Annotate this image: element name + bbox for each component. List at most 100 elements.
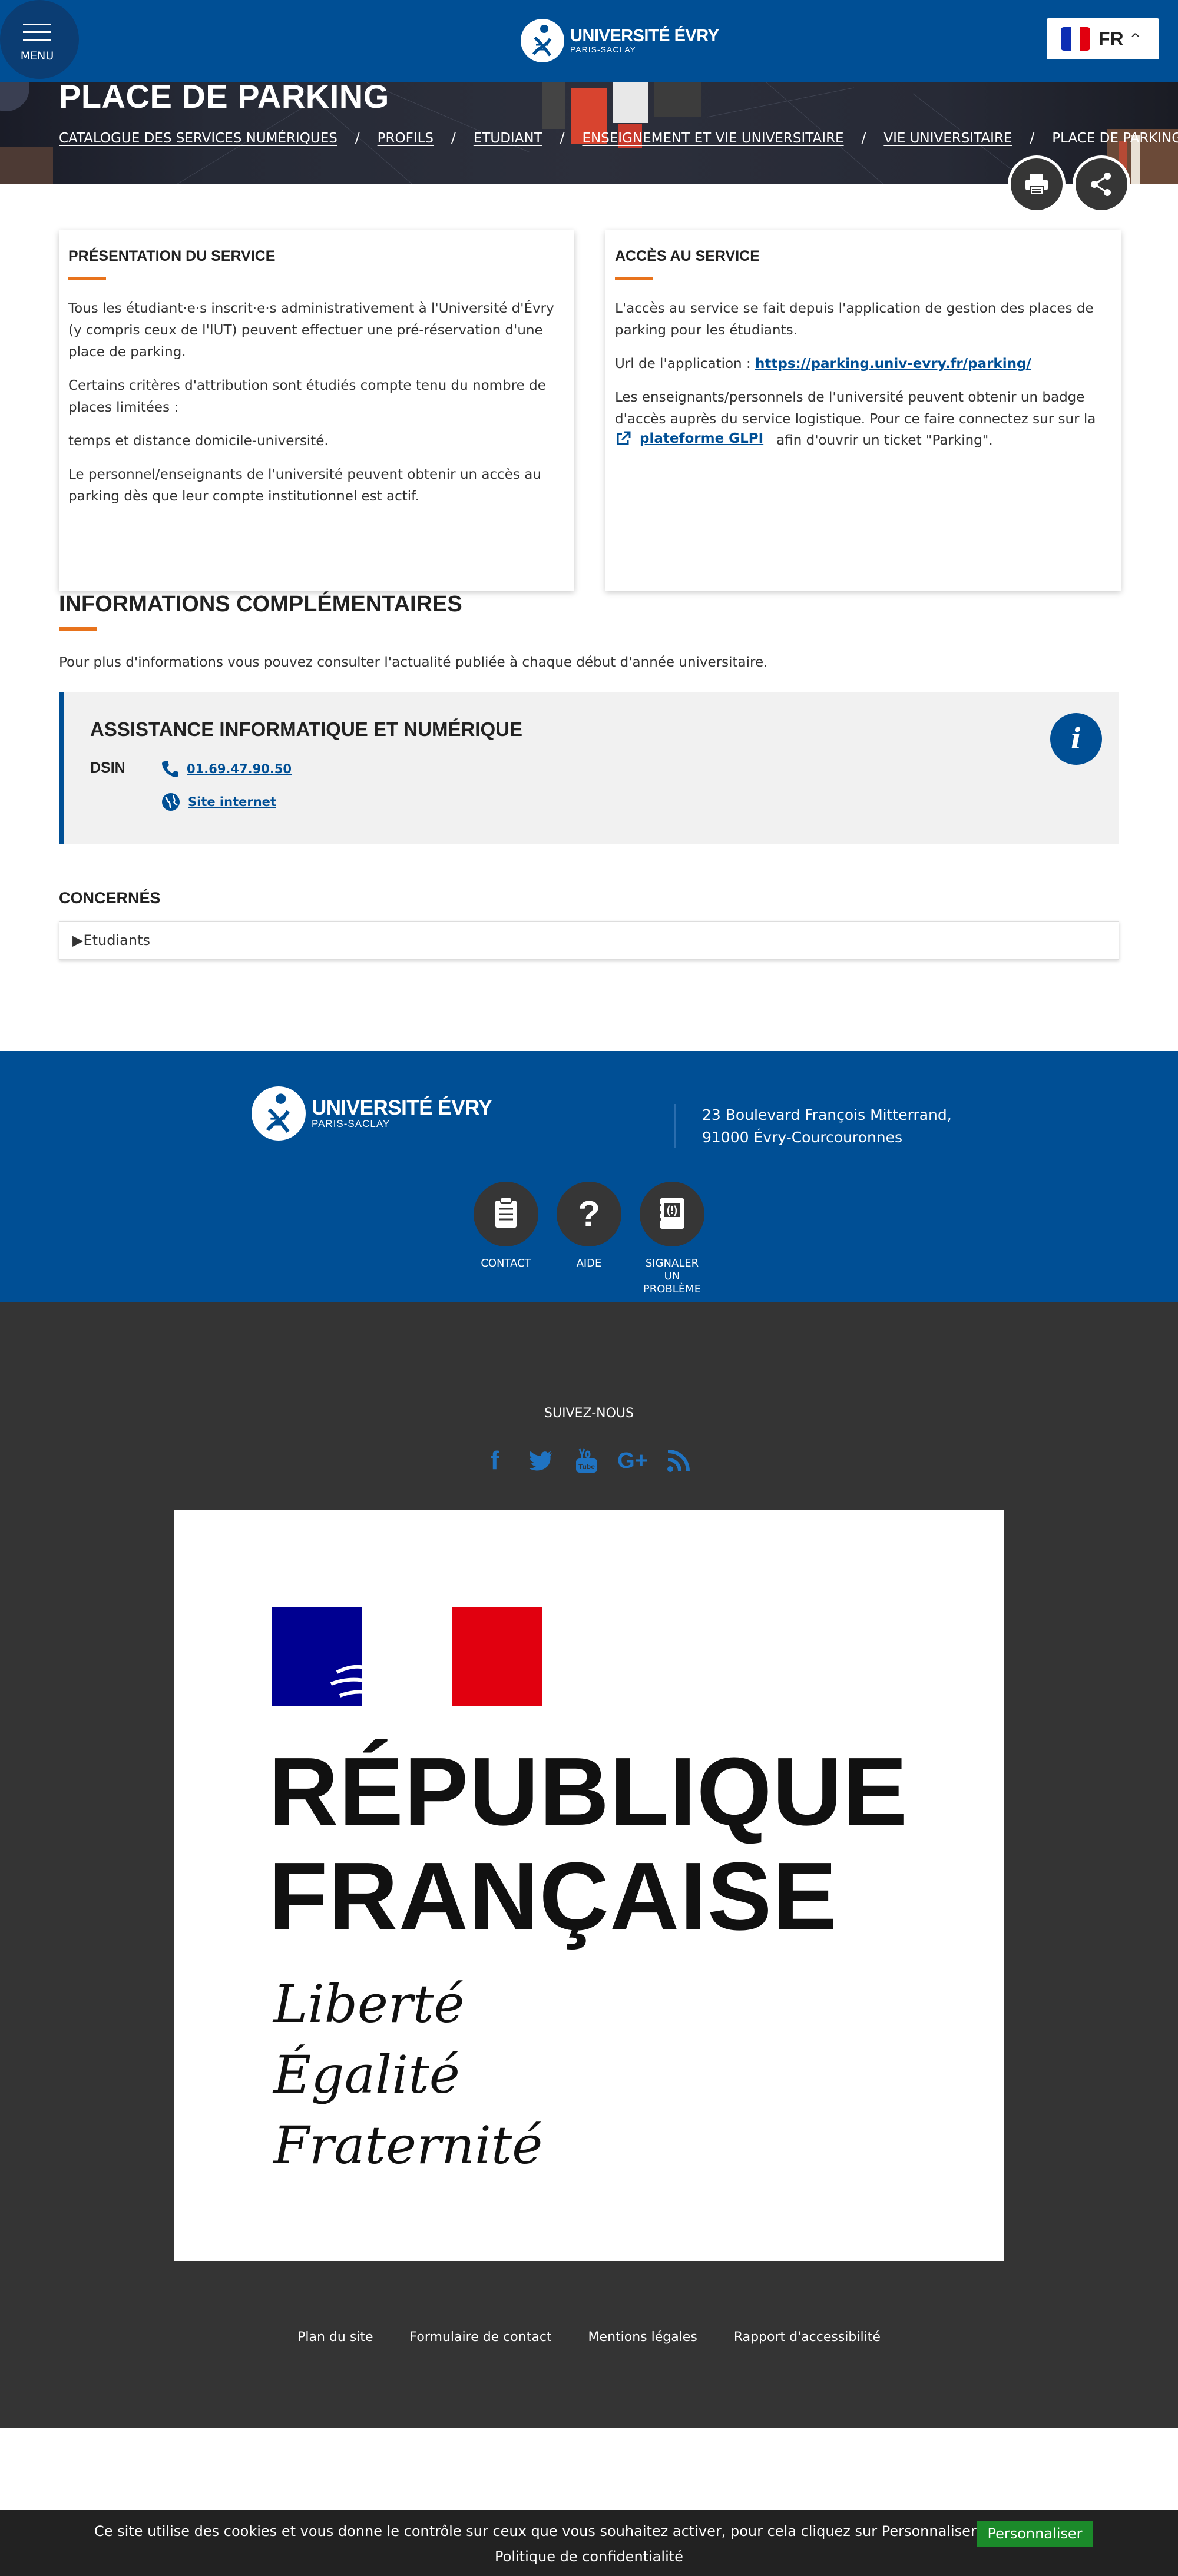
assistance-block: ASSISTANCE INFORMATIQUE ET NUMÉRIQUE DSI… [59,692,1119,844]
infos-title: INFORMATIONS COMPLÉMENTAIRES [59,592,462,616]
privacy-policy-link[interactable]: Politique de confidentialité [0,2548,1178,2565]
address-line1: 23 Boulevard François Mitterrand, [702,1106,952,1123]
glpi-line: plateforme GLPI afin d'ouvrir un ticket … [615,430,1111,448]
report-problem-button[interactable]: (!) SIGNALER UN PROBLÈME [640,1182,704,1296]
concern-title: CONCERNÉS [59,889,161,907]
footer-university-logo[interactable]: UNIVERSITÉ ÉVRY PARIS-SACLAY [252,1086,492,1141]
menu-button[interactable]: MENU [0,0,79,79]
googleplus-icon[interactable]: G+ [617,1446,648,1476]
question-icon: ? [578,1194,600,1235]
menu-label: MENU [20,49,54,62]
presentation-paragraph: Certains critères d'attribution sont étu… [68,378,546,415]
cookie-text: Ce site utilise des cookies et vous donn… [94,2523,977,2539]
report-phone-icon: (!) [658,1198,684,1229]
hamburger-icon [23,24,51,47]
clipboard-icon [495,1197,517,1228]
website-link[interactable]: Site internet [188,795,276,809]
print-icon [1025,174,1048,195]
address-line2: 91000 Évry-Courcouronnes [702,1129,903,1146]
facebook-icon[interactable]: f [483,1446,507,1476]
footer-dark: SUIVEZ-NOUS f Tube G+ RÉPUBLIQUE FRANÇAI… [0,1302,1178,2428]
report-label-1: SIGNALER [645,1257,699,1269]
university-emblem-icon [521,19,564,62]
republique-wordmark: RÉPUBLIQUE FRANÇAISE [269,1738,908,1950]
svg-text:(!): (!) [667,1204,677,1216]
info-icon: i [1050,713,1102,765]
access-paragraph: L'accès au service se fait depuis l'appl… [615,301,1094,338]
breadcrumb-profils[interactable]: PROFILS [378,131,434,146]
breadcrumb-enseignement[interactable]: ENSEIGNEMENT ET VIE UNIVERSITAIRE [582,131,843,146]
assistance-site: Site internet [161,792,276,812]
footer-logo-line2: PARIS-SACLAY [312,1118,391,1130]
breadcrumb-current: PLACE DE PARKING [1052,131,1178,146]
top-bar: MENU UNIVERSITÉ ÉVRY PARIS-SACLAY FR ^ [0,0,1178,82]
svg-text:Tube: Tube [578,1463,595,1471]
marianne-flag-icon [272,1607,542,1706]
phone-icon [162,761,178,777]
contact-form-link[interactable]: Formulaire de contact [410,2330,552,2345]
share-icon [1091,173,1111,196]
breadcrumb-catalogue[interactable]: CATALOGUE DES SERVICES NUMÉRIQUES [59,131,337,146]
access-title: ACCÈS AU SERVICE [615,248,760,264]
title-underline [615,277,653,280]
contact-label: CONTACT [481,1257,531,1269]
language-selector[interactable]: FR ^ [1047,18,1159,59]
help-button[interactable]: ? AIDE [557,1182,621,1270]
glpi-link[interactable]: plateforme GLPI [615,430,763,447]
twitter-icon[interactable] [529,1446,552,1476]
assistance-title: ASSISTANCE INFORMATIQUE ET NUMÉRIQUE [90,718,522,740]
accessibility-report-link[interactable]: Rapport d'accessibilité [734,2330,881,2345]
sitemap-link[interactable]: Plan du site [297,2330,373,2345]
presentation-paragraph: Tous les étudiant·e·s inscrit·e·s admini… [68,301,554,360]
presentation-paragraph: temps et distance domicile-université. [68,433,329,449]
assistance-phone: 01.69.47.90.50 [161,760,292,778]
report-label-3: PROBLÈME [643,1283,701,1295]
footer-info: UNIVERSITÉ ÉVRY PARIS-SACLAY 23 Boulevar… [0,1051,1178,1302]
chevron-up-icon: ^ [1129,31,1141,47]
rss-icon[interactable] [667,1446,690,1476]
university-emblem-icon [252,1086,306,1141]
presentation-card: PRÉSENTATION DU SERVICE Tous les étudian… [59,230,574,591]
postal-address: 23 Boulevard François Mitterrand, 91000 … [674,1104,952,1148]
title-underline [68,277,106,280]
glpi-link-label: plateforme GLPI [640,431,764,446]
language-code: FR [1098,28,1124,49]
breadcrumb: CATALOGUE DES SERVICES NUMÉRIQUES / PROF… [59,131,1178,146]
logo-line1: UNIVERSITÉ ÉVRY [570,26,719,46]
print-button[interactable] [1008,155,1066,213]
phone-link[interactable]: 01.69.47.90.50 [187,762,292,776]
infos-title-underline [59,627,97,631]
logo-line2: PARIS-SACLAY [570,44,636,54]
social-links: f Tube G+ [483,1446,713,1476]
customize-cookies-button[interactable]: Personnaliser [977,2521,1093,2547]
breadcrumb-vie-universitaire[interactable]: VIE UNIVERSITAIRE [884,131,1012,146]
youtube-icon[interactable]: Tube [575,1446,598,1476]
access-card: ACCÈS AU SERVICE L'accès au service se f… [605,230,1121,591]
legal-notice-link[interactable]: Mentions légales [588,2330,697,2345]
report-label-2: UN [664,1270,680,1282]
help-label: AIDE [576,1257,602,1269]
french-flag-icon [1061,27,1090,51]
republique-motto: Liberté Égalité Fraternité [273,1974,543,2176]
infos-text: Pour plus d'informations vous pouvez con… [59,655,768,670]
svg-text:?: ? [578,1194,600,1235]
share-button[interactable] [1073,155,1130,213]
cookie-banner: Ce site utilise des cookies et vous donn… [0,2510,1178,2576]
page-title: PLACE DE PARKING [59,82,389,115]
follow-us-label: SUIVEZ-NOUS [544,1406,634,1421]
page-hero: PLACE DE PARKING CATALOGUE DES SERVICES … [0,82,1178,184]
url-label: Url de l'application : [615,356,751,372]
parking-app-link[interactable]: https://parking.univ-evry.fr/parking/ [755,356,1031,372]
concern-item-etudiants[interactable]: ▶Etudiants [59,921,1119,960]
footer-links: Plan du site Formulaire de contact Menti… [0,2330,1178,2345]
glpi-after-text: afin d'ouvrir un ticket "Parking". [776,433,993,448]
footer-logo-line1: UNIVERSITÉ ÉVRY [312,1096,492,1119]
contact-button[interactable]: CONTACT [474,1182,538,1270]
assistance-org: DSIN [90,760,125,776]
access-paragraph: Les enseignants/personnels de l'universi… [615,390,1096,427]
republique-francaise-logo: RÉPUBLIQUE FRANÇAISE Liberté Égalité Fra… [174,1510,1004,2261]
university-logo[interactable]: UNIVERSITÉ ÉVRY PARIS-SACLAY [521,19,719,62]
presentation-paragraph: Le personnel/enseignants de l'université… [68,467,541,504]
globe-icon [162,793,180,811]
breadcrumb-etudiant[interactable]: ETUDIANT [474,131,542,146]
